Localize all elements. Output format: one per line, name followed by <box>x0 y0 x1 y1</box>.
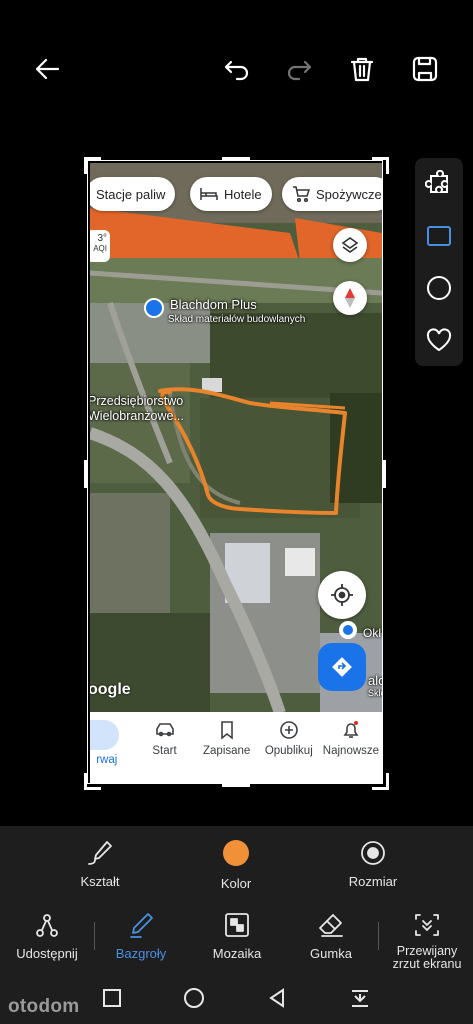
compass-icon <box>345 288 355 308</box>
crop-handle-bottom[interactable] <box>222 784 250 787</box>
chip-label: Stacje paliw <box>96 186 166 202</box>
crop-handle-top[interactable] <box>222 157 250 160</box>
google-logo: oogle <box>90 681 131 698</box>
car-icon <box>155 723 174 737</box>
directions-icon <box>332 657 352 677</box>
edge-label: Sklep <box>368 688 382 698</box>
weather-aqi: AQI <box>93 244 107 253</box>
rectangle-shape-icon[interactable] <box>421 218 457 254</box>
tool-label: Gumka <box>310 946 352 961</box>
size-tool[interactable]: Rozmiar <box>342 838 404 889</box>
location-dot <box>339 621 357 639</box>
crop-corner-tl[interactable] <box>84 157 101 174</box>
shape-tool[interactable]: Kształt <box>70 838 130 889</box>
scroll-screenshot-tool[interactable]: Przewijany zrzut ekranu <box>386 910 468 971</box>
chip-gas-stations[interactable]: Stacje paliw <box>90 177 176 211</box>
separator <box>378 922 379 950</box>
maps-bottom-nav: rwaj Start Zapisane Opublikuj Najnowsze <box>90 712 382 783</box>
shape-panel <box>415 158 463 366</box>
crop-corner-tr[interactable] <box>372 157 389 174</box>
bookmark-icon <box>220 721 233 740</box>
circle-shape-icon[interactable] <box>421 270 457 306</box>
plus-circle-icon <box>279 721 298 739</box>
watermark-logo: otodom <box>8 996 80 1017</box>
my-location-button[interactable] <box>318 571 366 619</box>
save-icon[interactable] <box>407 51 443 87</box>
chip-hotels[interactable]: Hotele <box>190 177 272 211</box>
nav-label: rwaj <box>96 754 118 766</box>
mosaic-icon <box>225 913 249 937</box>
bell-icon <box>343 721 359 738</box>
place-name[interactable]: Blachdom Plus <box>170 297 257 312</box>
tool-label: Rozmiar <box>348 874 398 889</box>
home-button[interactable] <box>182 986 206 1010</box>
tool-label: Kształt <box>80 874 120 889</box>
chip-label: Spożywcze <box>316 186 382 202</box>
crop-handle-left[interactable] <box>84 460 87 488</box>
weather-badge: 3° AQI <box>90 230 110 262</box>
layers-icon <box>341 237 359 253</box>
place-label-line2: Wielobranżowe... <box>90 409 184 423</box>
mosaic-tool[interactable]: Mozaika <box>204 910 270 961</box>
cart-icon <box>293 186 310 202</box>
redo-icon[interactable] <box>281 51 317 87</box>
bed-icon <box>200 188 218 200</box>
tool-label: Bazgroły <box>115 946 167 961</box>
delete-icon[interactable] <box>344 51 380 87</box>
compass-button[interactable] <box>333 281 367 315</box>
nav-label: Zapisane <box>203 745 251 757</box>
color-swatch-icon <box>223 840 249 866</box>
nav-label: Opublikuj <box>264 745 313 757</box>
tool-label: Przewijany zrzut ekranu <box>392 944 462 971</box>
edge-label: Okl <box>363 626 381 640</box>
chip-label: Hotele <box>224 186 262 202</box>
notification-pulldown-button[interactable] <box>348 986 372 1010</box>
back-arrow-icon[interactable] <box>29 51 65 87</box>
share-icon <box>36 914 58 937</box>
edge-label: alo <box>368 673 382 688</box>
tool-label: Mozaika <box>212 946 262 961</box>
nav-label: Najnowsze <box>322 745 380 757</box>
layers-button[interactable] <box>333 228 367 262</box>
recent-apps-button[interactable] <box>100 986 124 1010</box>
eraser-icon <box>319 914 343 937</box>
separator <box>94 922 95 950</box>
back-button[interactable] <box>265 986 289 1010</box>
crop-handle-right[interactable] <box>383 460 386 488</box>
crop-corner-br[interactable] <box>372 773 389 790</box>
color-tool[interactable]: Kolor <box>206 838 266 891</box>
pen-icon <box>130 913 153 938</box>
doodle-tool[interactable]: Bazgroły <box>106 910 176 961</box>
nav-start[interactable]: Start <box>133 712 195 783</box>
scroll-capture-icon <box>415 914 439 936</box>
nav-label: Start <box>152 745 177 757</box>
screenshot-preview[interactable]: Stacje paliw Hotele Spożywcze 3° AQI Bla… <box>90 163 382 783</box>
tool-label: Kolor <box>220 876 252 891</box>
place-pin-icon[interactable] <box>144 298 164 318</box>
puzzle-shape-icon[interactable] <box>421 166 457 202</box>
nav-saved[interactable]: Zapisane <box>196 712 258 783</box>
undo-icon[interactable] <box>219 51 255 87</box>
brush-shape-icon <box>88 841 112 865</box>
tool-label: Udostępnij <box>16 946 78 961</box>
share-tool[interactable]: Udostępnij <box>10 910 84 961</box>
weather-temp: 3° <box>97 233 107 244</box>
chip-grocery[interactable]: Spożywcze <box>282 177 382 211</box>
heart-shape-icon[interactable] <box>421 322 457 358</box>
place-label-line1[interactable]: Przedsiębiorstwo <box>90 394 183 408</box>
eraser-tool[interactable]: Gumka <box>300 910 362 961</box>
directions-button[interactable] <box>318 643 366 691</box>
crop-corner-bl[interactable] <box>84 773 101 790</box>
nav-publish[interactable]: Opublikuj <box>258 712 320 783</box>
size-dot-icon <box>361 841 385 865</box>
crosshair-icon <box>331 584 353 606</box>
place-description: Skład materiałów budowlanych <box>168 314 306 325</box>
